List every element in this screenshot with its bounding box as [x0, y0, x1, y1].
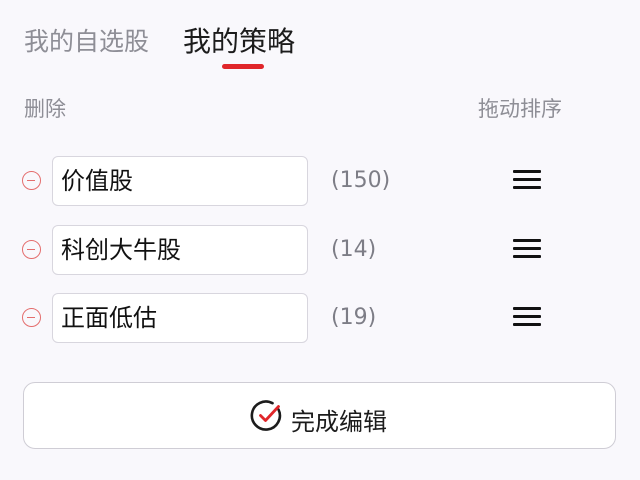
strategy-count: (19) — [331, 305, 377, 330]
drag-handle-icon[interactable] — [513, 169, 541, 191]
finish-editing-label: 完成编辑 — [291, 408, 387, 436]
strategy-row: 正面低估 (19) — [0, 293, 640, 345]
strategy-row: 价值股 (150) — [0, 156, 640, 208]
drag-sort-column-header: 拖动排序 — [478, 97, 562, 121]
delete-column-header: 删除 — [24, 97, 66, 121]
tab-my-strategies[interactable]: 我的策略 — [183, 20, 295, 60]
tab-my-watchlist[interactable]: 我的自选股 — [24, 22, 149, 58]
strategy-name-field[interactable]: 正面低估 — [52, 293, 308, 343]
remove-circle-icon[interactable] — [22, 240, 41, 259]
finish-editing-button[interactable]: 完成编辑 — [23, 382, 616, 449]
remove-circle-icon[interactable] — [22, 308, 41, 327]
strategy-count: (14) — [331, 237, 377, 262]
active-tab-indicator — [222, 64, 264, 69]
tab-bar: 我的自选股 我的策略 — [0, 0, 640, 80]
check-circle-icon — [250, 400, 282, 431]
strategy-row: 科创大牛股 (14) — [0, 225, 640, 277]
strategy-name-field[interactable]: 科创大牛股 — [52, 225, 308, 275]
remove-circle-icon[interactable] — [22, 171, 41, 190]
strategy-name-field[interactable]: 价值股 — [52, 156, 308, 206]
drag-handle-icon[interactable] — [513, 306, 541, 328]
drag-handle-icon[interactable] — [513, 238, 541, 260]
strategy-count: (150) — [331, 168, 391, 193]
